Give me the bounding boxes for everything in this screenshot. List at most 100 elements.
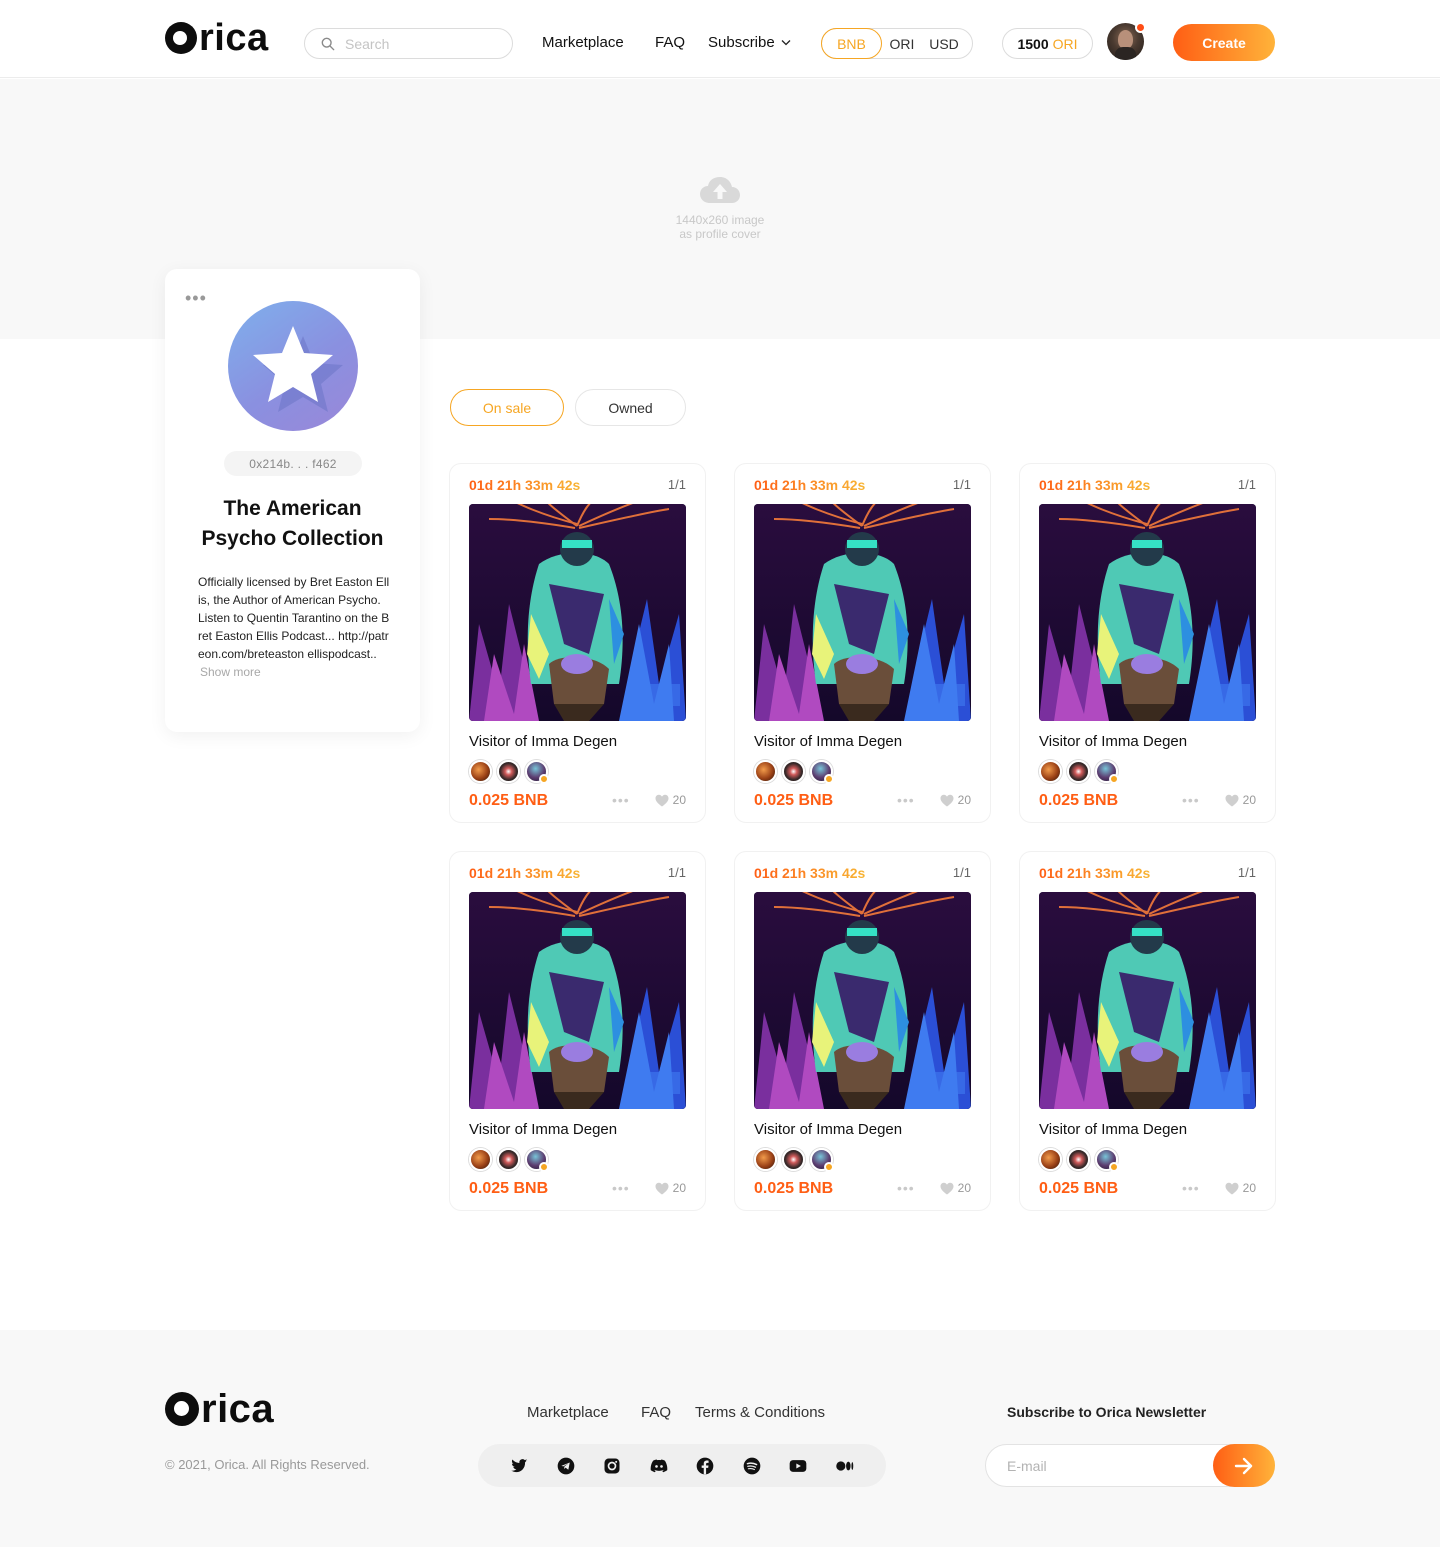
footer-link-marketplace[interactable]: Marketplace — [527, 1404, 609, 1421]
orica-logo-text: rica — [201, 1387, 275, 1431]
tab-owned[interactable]: Owned — [575, 389, 686, 426]
verified-badge — [824, 1162, 834, 1172]
owner-avatar[interactable] — [469, 1148, 492, 1171]
nft-card[interactable]: 01d 21h 33m 42s 1/1 Visitor of Imma Dege… — [1019, 851, 1276, 1211]
owner-avatar[interactable] — [810, 760, 834, 784]
currency-bnb[interactable]: BNB — [821, 28, 882, 59]
footer-link-faq[interactable]: FAQ — [641, 1404, 671, 1421]
owner-avatar[interactable] — [1067, 760, 1090, 783]
collection-description: Officially licensed by Bret Easton Ellis… — [198, 573, 390, 681]
cover-hint-line1: 1440x260 image — [675, 213, 765, 227]
nft-card[interactable]: 01d 21h 33m 42s 1/1 Visitor of Imma Dege… — [1019, 463, 1276, 823]
nft-artwork[interactable] — [469, 504, 686, 721]
discord-icon — [650, 1459, 668, 1472]
social-links — [478, 1444, 886, 1487]
owner-avatar[interactable] — [1095, 760, 1119, 784]
youtube-link[interactable] — [788, 1456, 808, 1476]
nft-card[interactable]: 01d 21h 33m 42s 1/1 Visitor of Imma Dege… — [734, 463, 991, 823]
nft-artwork[interactable] — [469, 892, 686, 1109]
card-more-menu[interactable]: ••• — [1182, 1180, 1200, 1196]
owner-avatar[interactable] — [469, 760, 492, 783]
owner-avatar[interactable] — [497, 760, 520, 783]
profile-card: ••• 0x214b. . . f462 The American Psycho… — [165, 269, 420, 732]
footer-link-terms[interactable]: Terms & Conditions — [695, 1404, 825, 1421]
auction-timer: 01d 21h 33m 42s — [469, 865, 581, 881]
card-more-menu[interactable]: ••• — [897, 792, 915, 808]
wallet-address[interactable]: 0x214b. . . f462 — [224, 451, 362, 476]
verified-badge — [824, 774, 834, 784]
heart-icon — [1225, 1182, 1239, 1194]
nft-artwork[interactable] — [1039, 504, 1256, 721]
balance-badge[interactable]: 1500 ORI — [1002, 28, 1093, 59]
instagram-link[interactable] — [602, 1456, 622, 1476]
telegram-link[interactable] — [556, 1456, 576, 1476]
cover-hint-line2: as profile cover — [679, 227, 761, 241]
owner-avatar[interactable] — [1039, 760, 1062, 783]
like-button[interactable]: 20 — [940, 793, 971, 807]
tab-on-sale[interactable]: On sale — [450, 389, 564, 426]
nft-artwork[interactable] — [754, 504, 971, 721]
card-more-menu[interactable]: ••• — [1182, 792, 1200, 808]
cover-upload-hint: 1440x260 image as profile cover — [620, 175, 820, 241]
like-button[interactable]: 20 — [1225, 793, 1256, 807]
nav-marketplace[interactable]: Marketplace — [542, 34, 624, 51]
search-bar[interactable] — [304, 28, 513, 59]
heart-icon — [940, 1182, 954, 1194]
like-button[interactable]: 20 — [1225, 1181, 1256, 1195]
like-button[interactable]: 20 — [940, 1181, 971, 1195]
heart-icon — [655, 794, 669, 806]
owner-avatar[interactable] — [525, 1148, 549, 1172]
discord-link[interactable] — [649, 1456, 669, 1476]
owner-avatar[interactable] — [1067, 1148, 1090, 1171]
email-field[interactable] — [1007, 1456, 1207, 1476]
like-button[interactable]: 20 — [655, 793, 686, 807]
create-button[interactable]: Create — [1173, 24, 1275, 61]
spotify-link[interactable] — [742, 1456, 762, 1476]
facebook-link[interactable] — [695, 1456, 715, 1476]
notification-dot — [1135, 22, 1146, 33]
card-more-menu[interactable]: ••• — [612, 1180, 630, 1196]
arrow-right-icon — [1234, 1457, 1253, 1474]
auction-timer: 01d 21h 33m 42s — [1039, 477, 1151, 493]
owners-list — [469, 760, 549, 784]
owner-avatar[interactable] — [1095, 1148, 1119, 1172]
owner-avatar[interactable] — [525, 760, 549, 784]
nft-card[interactable]: 01d 21h 33m 42s 1/1 Visitor of Imma Dege… — [449, 851, 706, 1211]
owner-avatar[interactable] — [754, 760, 777, 783]
medium-link[interactable] — [835, 1456, 855, 1476]
owner-avatar[interactable] — [1039, 1148, 1062, 1171]
owners-list — [754, 760, 834, 784]
like-button[interactable]: 20 — [655, 1181, 686, 1195]
like-count: 20 — [957, 1181, 971, 1195]
show-more-link[interactable]: Show more — [200, 665, 261, 679]
owner-avatar[interactable] — [754, 1148, 777, 1171]
nav-faq[interactable]: FAQ — [655, 34, 685, 51]
owner-avatar[interactable] — [782, 1148, 805, 1171]
currency-ori[interactable]: ORI — [882, 28, 922, 59]
nft-title: Visitor of Imma Degen — [469, 733, 618, 750]
profile-more-menu[interactable]: ••• — [185, 289, 207, 307]
collection-avatar — [228, 301, 358, 431]
twitter-icon — [511, 1458, 528, 1472]
user-avatar-button[interactable] — [1107, 22, 1146, 60]
newsletter-submit-button[interactable] — [1213, 1444, 1275, 1487]
footer-orica-logo[interactable]: rica — [165, 1388, 274, 1430]
orica-logo[interactable]: rica — [165, 18, 269, 58]
owner-avatar[interactable] — [782, 760, 805, 783]
auction-timer: 01d 21h 33m 42s — [1039, 865, 1151, 881]
nft-card[interactable]: 01d 21h 33m 42s 1/1 Visitor of Imma Dege… — [449, 463, 706, 823]
nft-title: Visitor of Imma Degen — [1039, 1121, 1188, 1138]
search-input[interactable] — [345, 35, 495, 52]
owner-avatar[interactable] — [810, 1148, 834, 1172]
card-more-menu[interactable]: ••• — [897, 1180, 915, 1196]
nft-artwork[interactable] — [1039, 892, 1256, 1109]
twitter-link[interactable] — [509, 1456, 529, 1476]
currency-usd[interactable]: USD — [922, 28, 966, 59]
nft-card[interactable]: 01d 21h 33m 42s 1/1 Visitor of Imma Dege… — [734, 851, 991, 1211]
nft-artwork[interactable] — [754, 892, 971, 1109]
card-more-menu[interactable]: ••• — [612, 792, 630, 808]
nft-title: Visitor of Imma Degen — [754, 1121, 903, 1138]
owner-avatar[interactable] — [497, 1148, 520, 1171]
nft-title: Visitor of Imma Degen — [1039, 733, 1188, 750]
nav-subscribe-dropdown[interactable]: Subscribe — [708, 34, 791, 51]
